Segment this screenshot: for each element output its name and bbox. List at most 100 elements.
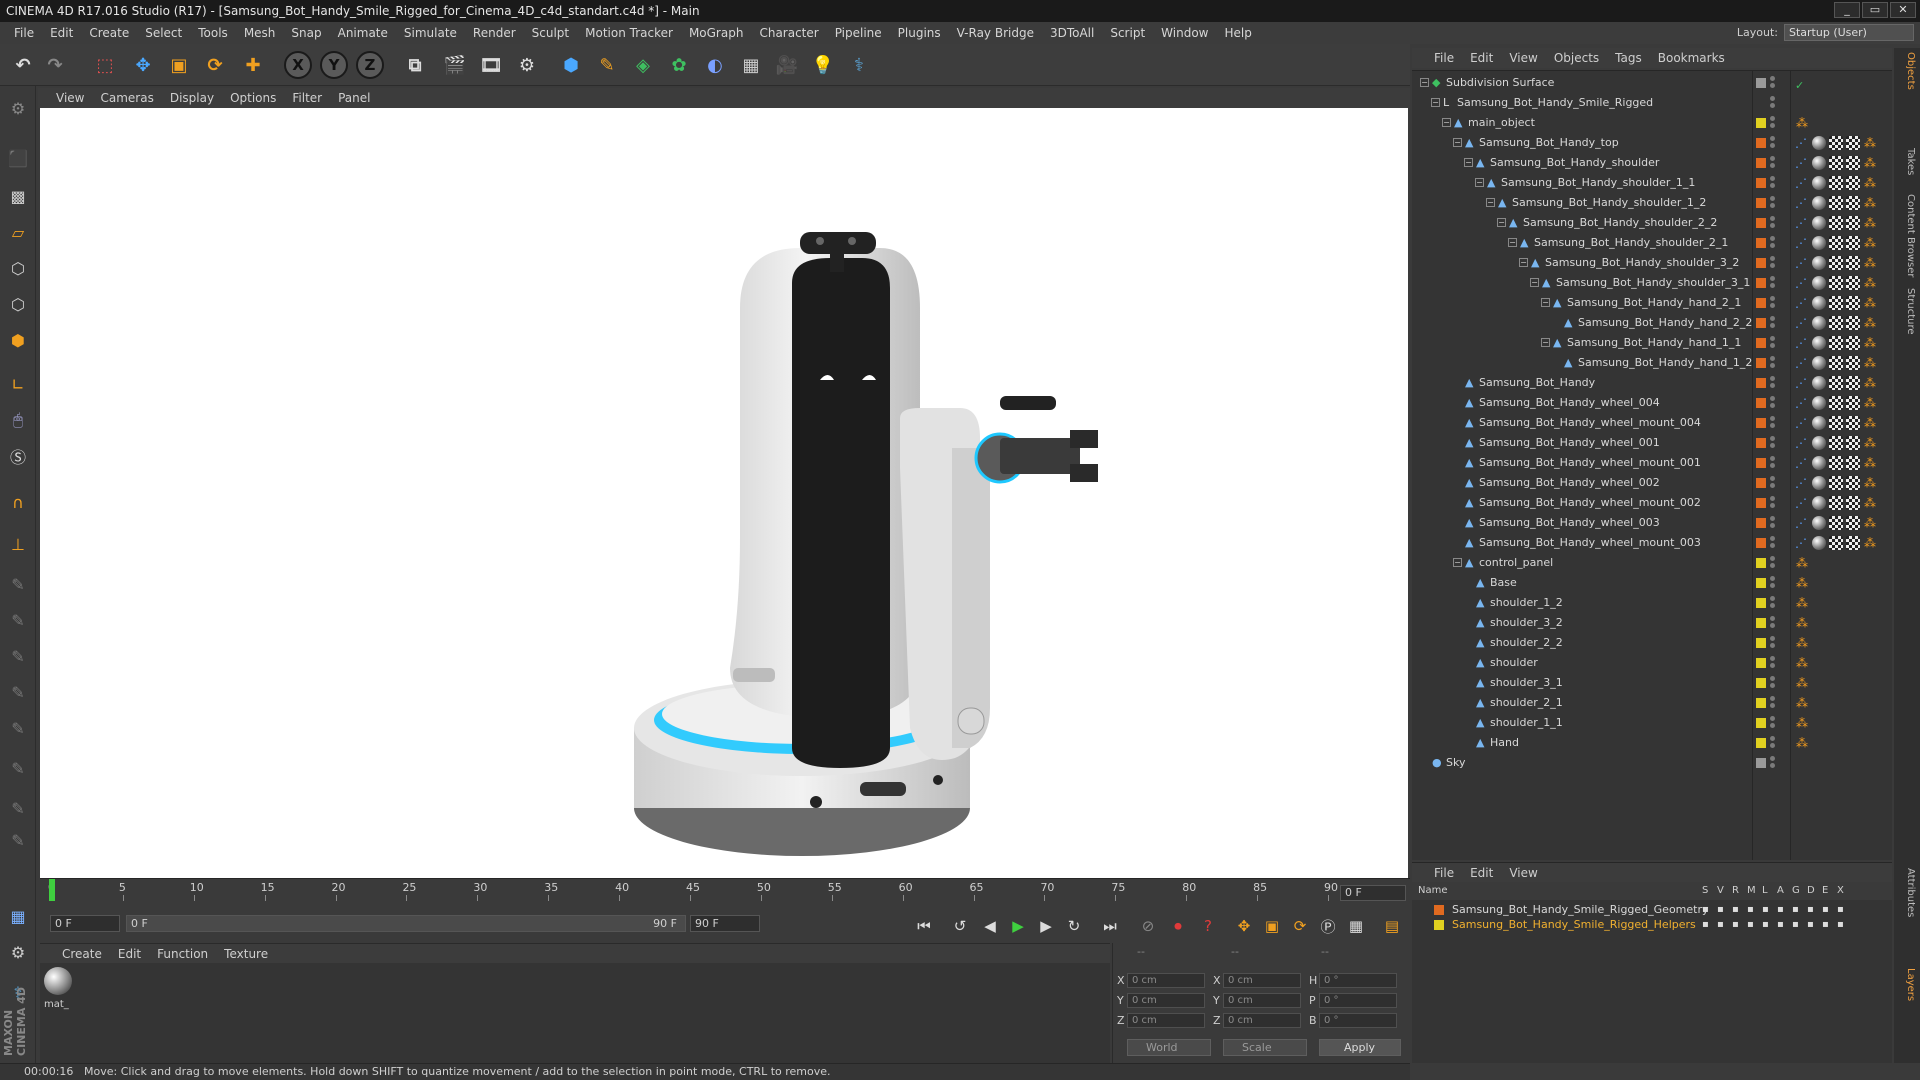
layer-toggle-icon[interactable]: ▪ xyxy=(1762,902,1769,917)
coord-value-field[interactable]: 0 cm xyxy=(1223,1013,1301,1028)
ik-tag-icon[interactable]: ⋰ xyxy=(1795,336,1809,350)
visibility-dots[interactable] xyxy=(1770,356,1776,370)
tree-expander-icon[interactable]: − xyxy=(1453,138,1462,147)
z-axis-lock-button[interactable]: Z xyxy=(356,51,384,79)
viewport-menu-panel[interactable]: Panel xyxy=(330,91,378,105)
menu-mograph[interactable]: MoGraph xyxy=(681,26,752,40)
object-row[interactable]: − ▲ Samsung_Bot_Handy_shoulder_2_2 ⋰ ⁂ xyxy=(1412,213,1892,233)
weight-tag-icon[interactable]: ⁂ xyxy=(1863,436,1877,450)
uvw-tag-icon[interactable] xyxy=(1846,536,1860,550)
ik-tag-icon[interactable]: ⋰ xyxy=(1795,216,1809,230)
weight-tag-icon[interactable]: ⁂ xyxy=(1863,476,1877,490)
amplify-brush-icon[interactable]: ✎ xyxy=(4,826,32,854)
menu-help[interactable]: Help xyxy=(1216,26,1259,40)
layer-toggle-icon[interactable]: ▪ xyxy=(1732,902,1739,917)
visibility-dots[interactable] xyxy=(1770,376,1776,390)
menu-create[interactable]: Create xyxy=(81,26,137,40)
object-row[interactable]: − ▲ Samsung_Bot_Handy_shoulder_3_1 ⋰ ⁂ xyxy=(1412,273,1892,293)
texture-tag-icon[interactable] xyxy=(1829,276,1843,290)
tree-expander-icon[interactable]: − xyxy=(1475,178,1484,187)
uvw-tag-icon[interactable] xyxy=(1846,496,1860,510)
uvw-tag-icon[interactable] xyxy=(1846,156,1860,170)
minimize-button[interactable]: _ xyxy=(1834,2,1860,18)
side-tab-layers[interactable]: Layers xyxy=(1898,968,1916,1001)
menu-edit[interactable]: Edit xyxy=(42,26,81,40)
object-row[interactable]: ▲ shoulder_2_2 ⁂ xyxy=(1412,633,1892,653)
weight-tag-icon[interactable]: ⁂ xyxy=(1863,456,1877,470)
material-tag-icon[interactable] xyxy=(1812,516,1826,530)
object-row[interactable]: − ▲ Samsung_Bot_Handy_hand_2_1 ⋰ ⁂ xyxy=(1412,293,1892,313)
ik-tag-icon[interactable]: ⋰ xyxy=(1795,536,1809,550)
layer-toggle-icon[interactable]: ▪ xyxy=(1747,917,1754,932)
visibility-dots[interactable] xyxy=(1770,576,1776,590)
ik-tag-icon[interactable]: ⋰ xyxy=(1795,396,1809,410)
ik-tag-icon[interactable]: ⋰ xyxy=(1795,476,1809,490)
key-pla-icon[interactable]: ▦ xyxy=(1344,914,1368,938)
object-row[interactable]: − L Samsung_Bot_Handy_Smile_Rigged xyxy=(1412,93,1892,113)
texture-tag-icon[interactable] xyxy=(1829,296,1843,310)
coord-value-field[interactable]: 0 cm xyxy=(1127,993,1205,1008)
ik-tag-icon[interactable]: ⋰ xyxy=(1795,196,1809,210)
menu-plugins[interactable]: Plugins xyxy=(890,26,949,40)
apply-button[interactable]: Apply xyxy=(1319,1039,1401,1056)
texture-tag-icon[interactable] xyxy=(1829,516,1843,530)
menu-mesh[interactable]: Mesh xyxy=(236,26,284,40)
uvw-tag-icon[interactable] xyxy=(1846,136,1860,150)
maximize-button[interactable]: ▭ xyxy=(1862,2,1888,18)
visibility-dots[interactable] xyxy=(1770,676,1776,690)
coord-value-field[interactable]: 0 cm xyxy=(1223,993,1301,1008)
key-parameter-icon[interactable]: Ⓟ xyxy=(1316,914,1340,938)
menu-character[interactable]: Character xyxy=(751,26,826,40)
material-tag-icon[interactable] xyxy=(1812,136,1826,150)
object-row[interactable]: ▲ shoulder_2_1 ⁂ xyxy=(1412,693,1892,713)
material-tag-icon[interactable] xyxy=(1812,336,1826,350)
menu-render[interactable]: Render xyxy=(465,26,524,40)
weight-tag-icon[interactable]: ⁂ xyxy=(1863,496,1877,510)
weight-tag-icon[interactable]: ⁂ xyxy=(1863,196,1877,210)
object-row[interactable]: ▲ Samsung_Bot_Handy_wheel_004 ⋰ ⁂ xyxy=(1412,393,1892,413)
render-view-icon[interactable]: 🎬 xyxy=(440,50,470,80)
material-tag-icon[interactable] xyxy=(1812,276,1826,290)
timeline-window-icon[interactable]: ▤ xyxy=(1380,914,1404,938)
coord-value-field[interactable]: 0 ° xyxy=(1319,993,1397,1008)
side-tab-attributes[interactable]: Attributes xyxy=(1898,868,1916,917)
layer-toggle-icon[interactable]: ▪ xyxy=(1792,917,1799,932)
uvw-tag-icon[interactable] xyxy=(1846,436,1860,450)
viewport-menu-display[interactable]: Display xyxy=(162,91,222,105)
object-row[interactable]: ▲ shoulder_3_2 ⁂ xyxy=(1412,613,1892,633)
tree-expander-icon[interactable]: − xyxy=(1420,78,1429,87)
layer-toggle-icon[interactable]: ▪ xyxy=(1807,917,1814,932)
viewport-menu-cameras[interactable]: Cameras xyxy=(92,91,161,105)
weight-tag-icon[interactable]: ⁂ xyxy=(1863,516,1877,530)
uvw-tag-icon[interactable] xyxy=(1846,176,1860,190)
weight-tag-icon[interactable]: ⁂ xyxy=(1863,316,1877,330)
menu-file[interactable]: File xyxy=(6,26,42,40)
menu-select[interactable]: Select xyxy=(137,26,190,40)
material-tag-icon[interactable] xyxy=(1812,476,1826,490)
menu-simulate[interactable]: Simulate xyxy=(396,26,465,40)
uvw-tag-icon[interactable] xyxy=(1846,236,1860,250)
object-row[interactable]: − ▲ control_panel ⁂ xyxy=(1412,553,1892,573)
om-menu-file[interactable]: File xyxy=(1426,51,1462,65)
texture-tag-icon[interactable] xyxy=(1829,156,1843,170)
layer-row[interactable]: Samsung_Bot_Handy_Smile_Rigged_Helpers ▪ ▪… xyxy=(1412,917,1892,932)
uvw-tag-icon[interactable] xyxy=(1846,196,1860,210)
material-tag-icon[interactable] xyxy=(1812,416,1826,430)
weight-tag-icon[interactable]: ⁂ xyxy=(1795,716,1809,730)
material-tag-icon[interactable] xyxy=(1812,176,1826,190)
layer-name[interactable]: Samsung_Bot_Handy_Smile_Rigged_Helpers xyxy=(1452,917,1696,932)
make-editable-icon[interactable]: ⚙ xyxy=(4,94,32,122)
coord-value-field[interactable]: 0 ° xyxy=(1319,1013,1397,1028)
live-selection-icon[interactable]: ⬚ xyxy=(90,50,120,80)
weight-tag-icon[interactable]: ⁂ xyxy=(1863,376,1877,390)
viewport-menu-options[interactable]: Options xyxy=(222,91,284,105)
menu-pipeline[interactable]: Pipeline xyxy=(827,26,890,40)
key-position-icon[interactable]: ✥ xyxy=(1232,914,1256,938)
tree-expander-icon[interactable]: − xyxy=(1453,558,1462,567)
layer-toggle-icon[interactable]: ▪ xyxy=(1777,917,1784,932)
spline-pen-icon[interactable]: ✎ xyxy=(592,50,622,80)
uvw-tag-icon[interactable] xyxy=(1846,516,1860,530)
point-mode-icon[interactable]: ⬡ xyxy=(4,254,32,282)
ik-tag-icon[interactable]: ⋰ xyxy=(1795,436,1809,450)
x-axis-lock-button[interactable]: X xyxy=(284,51,312,79)
